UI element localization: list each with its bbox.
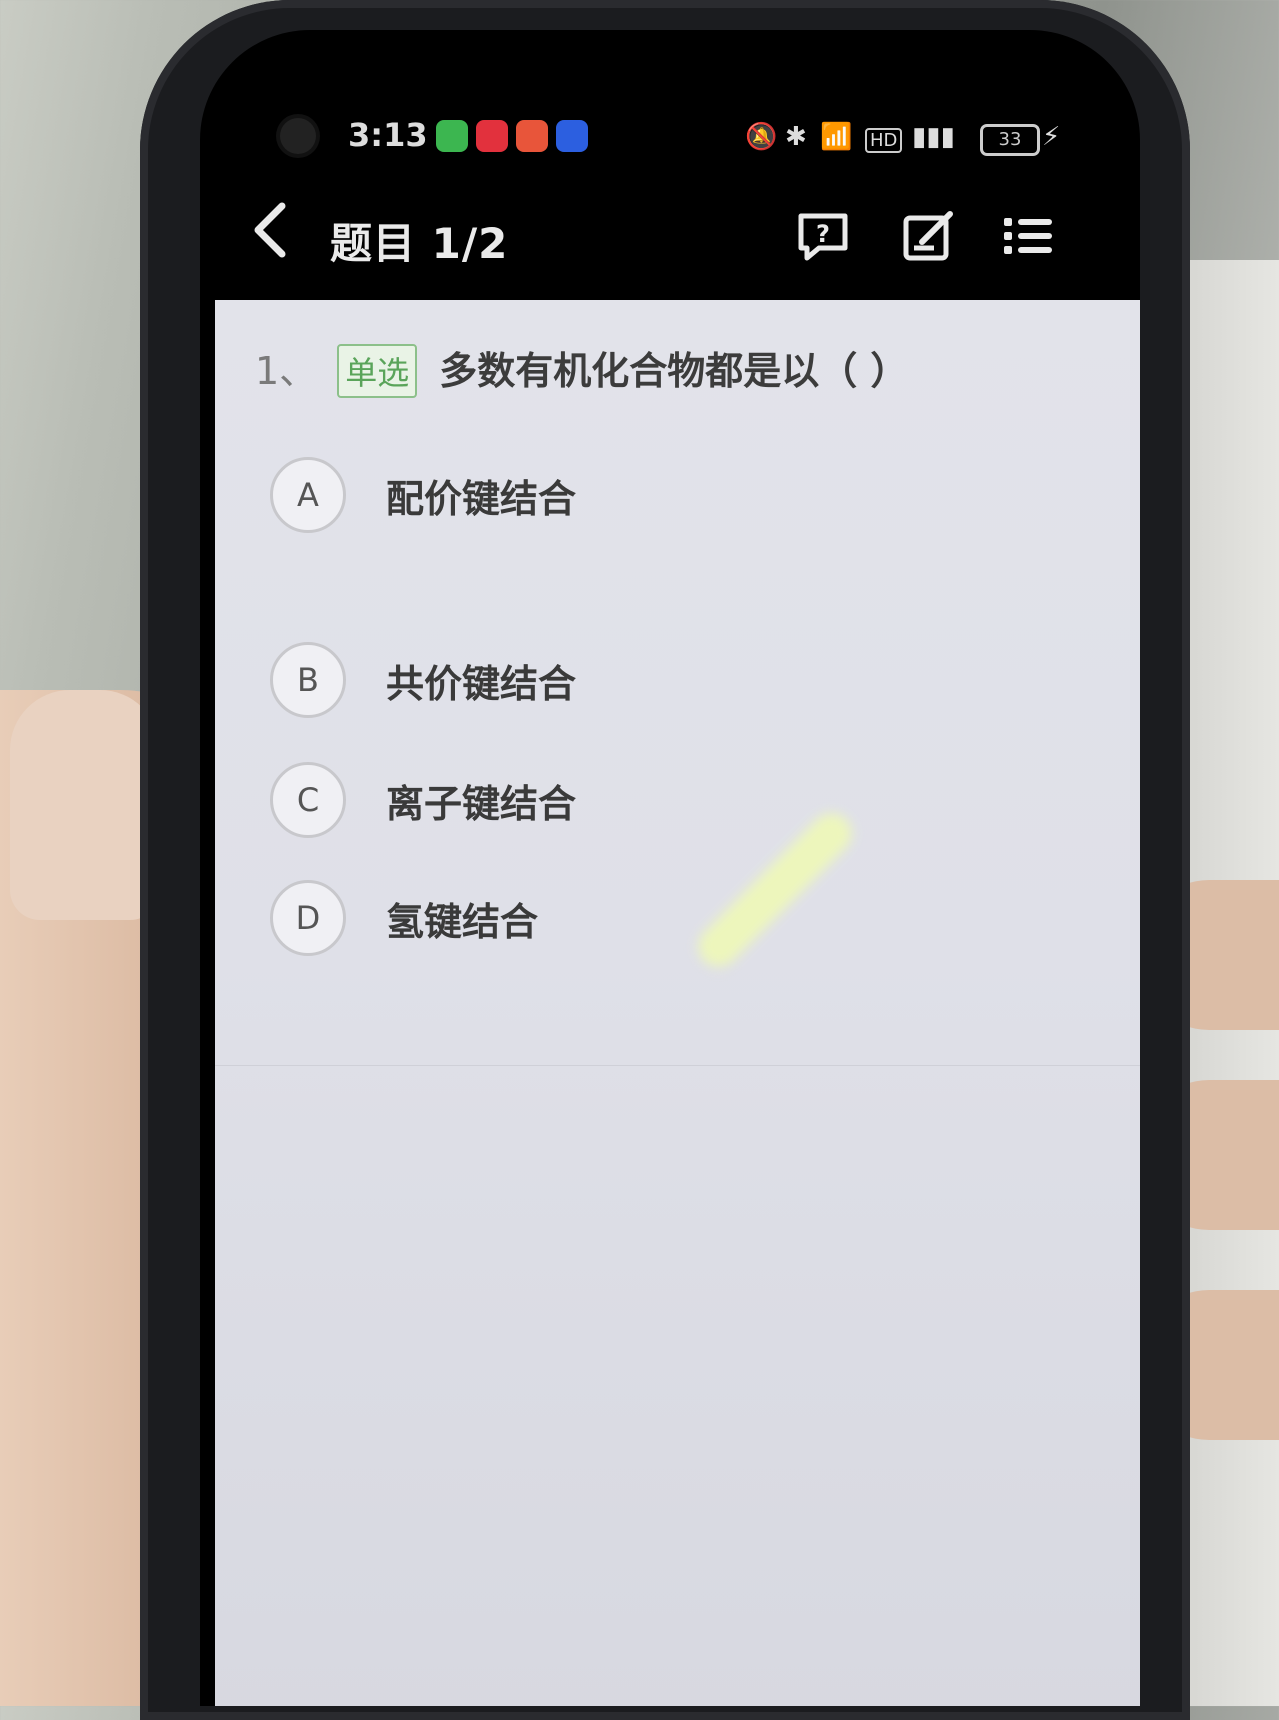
bluetooth-icon: ✱	[785, 122, 807, 152]
question-content: 1、 单选 多数有机化合物都是以（ ） A 配价键结合 B 共价键结合 C 离子键结…	[215, 300, 1140, 1706]
wifi-icon: 📶	[820, 122, 853, 152]
option-a-text: 配价键结合	[386, 476, 577, 521]
svg-text:?: ?	[816, 220, 830, 248]
option-c-text: 离子键结合	[386, 781, 577, 826]
option-d[interactable]: D 氢键结合	[270, 878, 538, 958]
message-icon	[476, 120, 508, 152]
option-d-text: 氢键结合	[386, 899, 539, 944]
signal-5g-icon: ▮▮▮	[912, 122, 955, 152]
thumb	[10, 690, 160, 920]
front-camera	[280, 118, 316, 154]
option-b-circle[interactable]: B	[270, 642, 346, 718]
alipay-icon	[556, 120, 588, 152]
mute-icon: 🔕	[745, 122, 778, 152]
option-c-circle[interactable]: C	[270, 762, 346, 838]
question-number: 1、	[255, 349, 318, 393]
phone-screen: 3:13 🔕 ✱ 📶 HD ▮▮▮ 33 ⚡ 题目 1/2 ? 1、 单选 多数有机…	[200, 30, 1140, 1706]
question: 1、 单选 多数有机化合物都是以（ ）	[255, 340, 908, 398]
help-icon[interactable]: ?	[795, 208, 851, 264]
option-c[interactable]: C 离子键结合	[270, 760, 576, 840]
option-d-circle[interactable]: D	[270, 880, 346, 956]
menu-icon[interactable]	[1000, 208, 1056, 264]
question-type-badge: 单选	[337, 344, 418, 398]
option-a-circle[interactable]: A	[270, 457, 346, 533]
status-bar: 3:13 🔕 ✱ 📶 HD ▮▮▮ 33 ⚡	[200, 30, 1140, 180]
back-icon[interactable]	[250, 200, 290, 272]
option-b-text: 共价键结合	[386, 661, 577, 706]
hd-icon: HD	[865, 128, 903, 153]
page-title: 题目 1/2	[330, 219, 509, 268]
status-time: 3:13	[348, 116, 428, 154]
question-text: 多数有机化合物都是以（ ）	[439, 349, 909, 393]
charging-icon: ⚡	[1042, 122, 1061, 152]
wechat-icon	[436, 120, 468, 152]
divider	[215, 1065, 1140, 1066]
option-b[interactable]: B 共价键结合	[270, 640, 576, 720]
screen-glare	[690, 805, 860, 975]
app-icon	[516, 120, 548, 152]
edit-icon[interactable]	[900, 208, 956, 264]
option-a[interactable]: A 配价键结合	[270, 455, 576, 535]
nav-bar: 题目 1/2 ?	[200, 180, 1140, 300]
battery-indicator: 33	[980, 124, 1040, 156]
